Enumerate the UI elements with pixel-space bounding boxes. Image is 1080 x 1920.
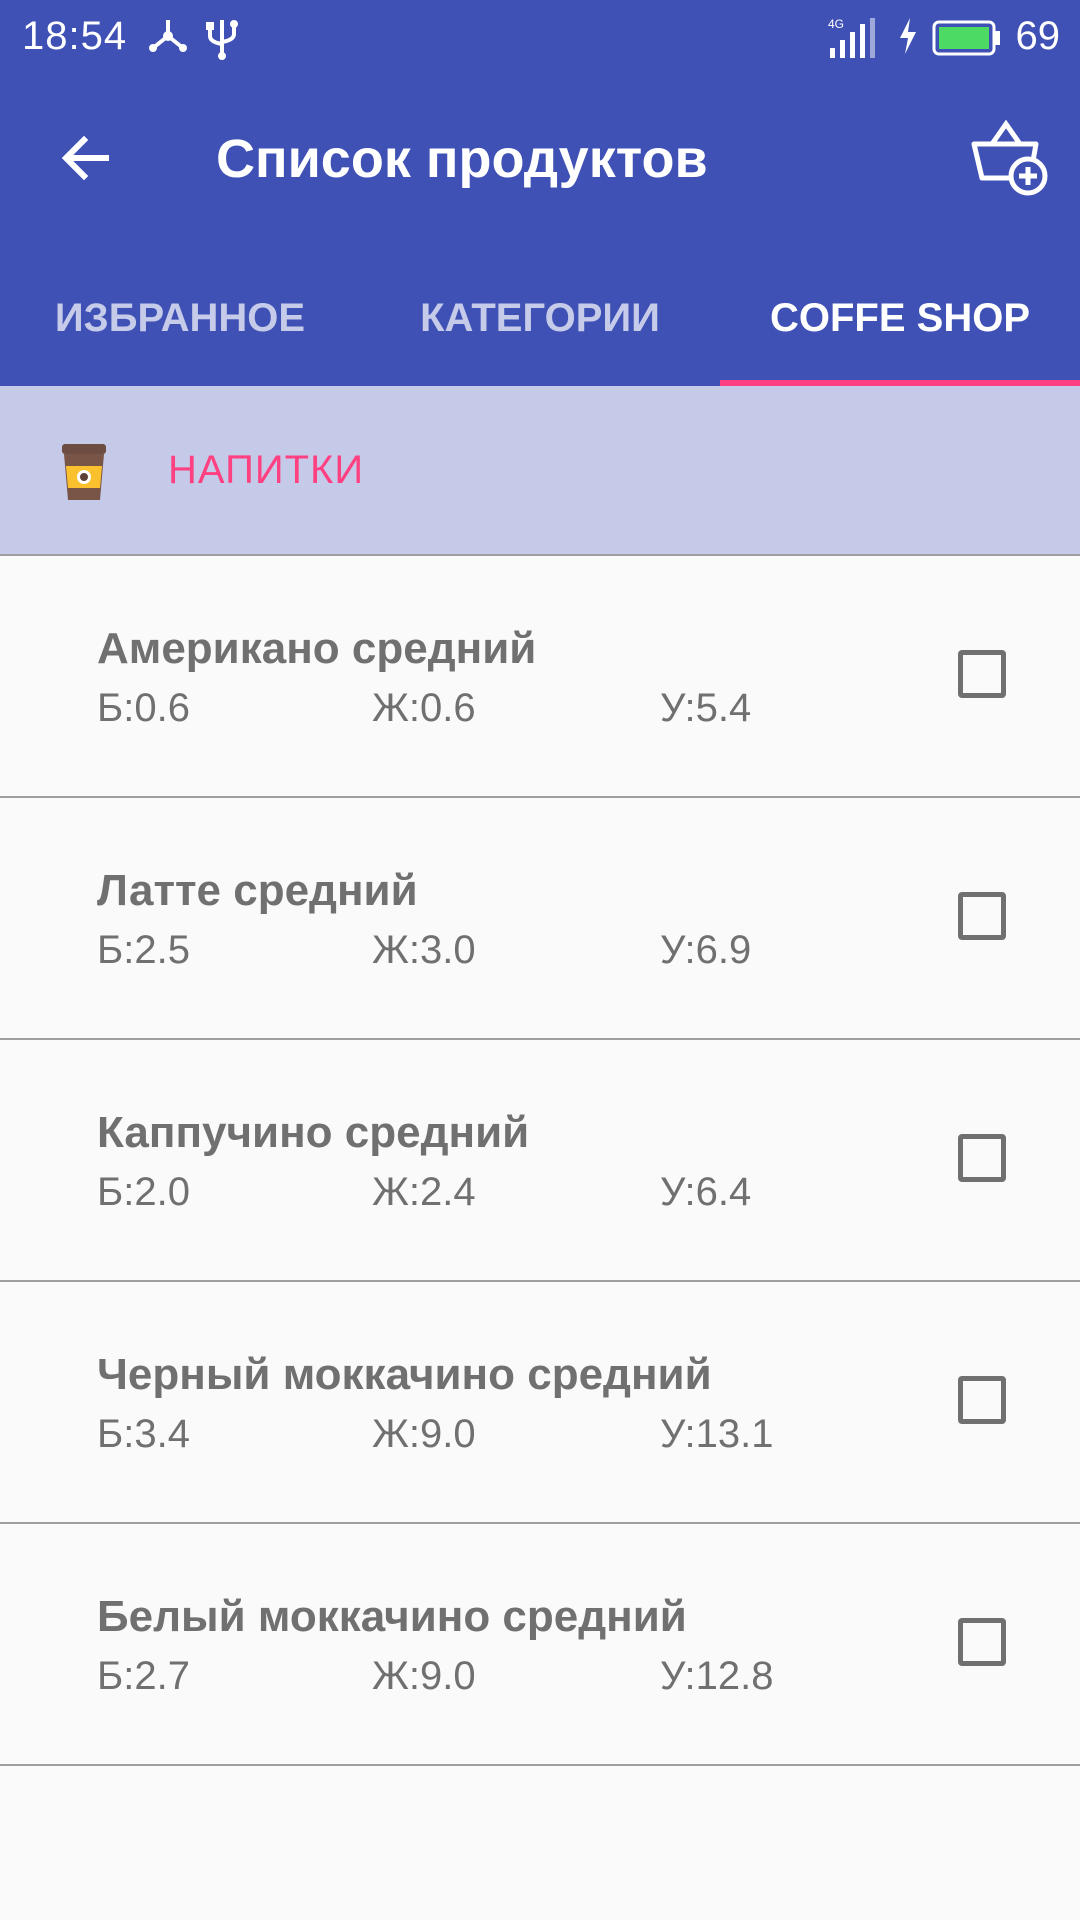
product-fat: Ж:0.6 [372, 686, 476, 730]
product-name: Белый моккачино средний [97, 1592, 687, 1641]
status-bar: 18:54 4G 69 [0, 0, 1080, 75]
product-checkbox[interactable] [958, 892, 1006, 940]
list-item[interactable]: Американо средний Б:0.6 Ж:0.6 У:5.4 [0, 556, 1080, 798]
product-carbs: У:5.4 [660, 686, 752, 730]
product-carbs: У:13.1 [660, 1412, 774, 1456]
product-protein: Б:3.4 [97, 1412, 190, 1456]
product-checkbox[interactable] [958, 1376, 1006, 1424]
battery-icon [932, 20, 1002, 61]
coffee-cup-icon [58, 442, 110, 502]
product-carbs: У:6.9 [660, 928, 752, 972]
product-fat: Ж:9.0 [372, 1412, 476, 1456]
product-name: Латте средний [97, 866, 418, 915]
product-name: Каппучино средний [97, 1108, 530, 1157]
product-protein: Б:2.5 [97, 928, 190, 972]
battery-level: 69 [1015, 14, 1061, 58]
usb-icon [204, 16, 240, 65]
app-bar: 18:54 4G 69 Список продуктов ИЗБРАННОЕ К… [0, 0, 1080, 386]
product-name: Черный моккачино средний [97, 1350, 712, 1399]
charging-icon [896, 16, 920, 61]
tab-categories[interactable]: КАТЕГОРИИ [360, 270, 720, 386]
tab-label: ИЗБРАННОЕ [54, 296, 306, 340]
product-protein: Б:2.7 [97, 1654, 190, 1698]
product-checkbox[interactable] [958, 1134, 1006, 1182]
product-carbs: У:12.8 [660, 1654, 774, 1698]
list-item[interactable]: Белый моккачино средний Б:2.7 Ж:9.0 У:12… [0, 1524, 1080, 1766]
product-fat: Ж:3.0 [372, 928, 476, 972]
list-item[interactable]: Черный моккачино средний Б:3.4 Ж:9.0 У:1… [0, 1282, 1080, 1524]
product-list: Американо средний Б:0.6 Ж:0.6 У:5.4 Латт… [0, 556, 1080, 1766]
product-name: Американо средний [97, 624, 537, 673]
category-header[interactable]: НАПИТКИ [0, 386, 1080, 556]
back-button[interactable] [56, 128, 116, 188]
product-protein: Б:0.6 [97, 686, 190, 730]
usb-share-icon [148, 16, 188, 61]
tab-label: COFFE SHOP [769, 296, 1031, 340]
product-fat: Ж:9.0 [372, 1654, 476, 1698]
list-item[interactable]: Латте средний Б:2.5 Ж:3.0 У:6.9 [0, 798, 1080, 1040]
tab-favorites[interactable]: ИЗБРАННОЕ [0, 270, 360, 386]
svg-text:4G: 4G [828, 17, 844, 31]
list-item[interactable]: Каппучино средний Б:2.0 Ж:2.4 У:6.4 [0, 1040, 1080, 1282]
status-time: 18:54 [22, 14, 128, 58]
tab-coffee-shop[interactable]: COFFE SHOP [720, 270, 1080, 386]
signal-4g-icon: 4G [826, 16, 878, 65]
product-protein: Б:2.0 [97, 1170, 190, 1214]
tab-label: КАТЕГОРИИ [420, 296, 660, 340]
page-title: Список продуктов [216, 129, 708, 189]
product-checkbox[interactable] [958, 1618, 1006, 1666]
product-carbs: У:6.4 [660, 1170, 752, 1214]
arrow-back-icon [61, 135, 109, 181]
category-label: НАПИТКИ [168, 448, 365, 492]
product-fat: Ж:2.4 [372, 1170, 476, 1214]
tab-bar: ИЗБРАННОЕ КАТЕГОРИИ COFFE SHOP [0, 270, 1080, 386]
basket-add-icon [971, 119, 1048, 196]
add-to-basket-button[interactable] [970, 118, 1048, 196]
product-checkbox[interactable] [958, 650, 1006, 698]
